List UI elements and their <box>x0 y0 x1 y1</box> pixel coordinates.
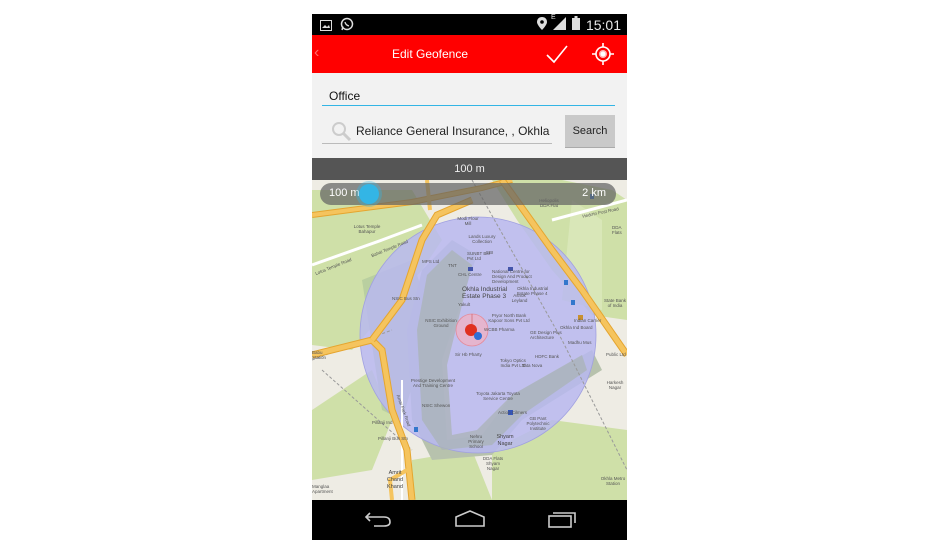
map-label: Harkesh Nagar <box>606 380 624 390</box>
map-label: Pillanji Bus Stn <box>378 436 409 441</box>
map-label: Okhla Ind Board <box>560 325 593 330</box>
map-label: Nehru Primary School <box>468 434 484 449</box>
current-position-marker <box>474 332 482 340</box>
map-view[interactable]: Lotus Temple Bahapur Bahai Temple Road L… <box>312 180 627 500</box>
map-label: Yakult <box>458 302 471 307</box>
map-label: Prestige Development And Training Centre <box>410 378 456 388</box>
recent-apps-icon <box>548 512 576 528</box>
app-bar: ‹ Edit Geofence <box>312 35 627 73</box>
poi-icon <box>414 427 418 432</box>
page-title: Edit Geofence <box>391 47 469 61</box>
check-icon <box>546 45 568 64</box>
poi-icon <box>571 300 575 305</box>
map-label: State Bank of India <box>604 298 627 308</box>
nav-back-button[interactable] <box>364 510 392 533</box>
map-label: Pillanji Ind <box>372 420 393 425</box>
slider-thumb[interactable] <box>359 184 379 204</box>
nav-home-button[interactable] <box>454 510 486 533</box>
map-label: Public Ltd <box>606 352 626 357</box>
slider-max-label: 2 km <box>582 187 606 199</box>
address-search-value: Reliance General Insurance, , Okhla Ir <box>356 124 550 138</box>
clock: 15:01 <box>585 16 621 33</box>
map-label: Madhu Mus <box>568 340 592 345</box>
poi-icon <box>468 267 473 271</box>
map-label: WCBB Pharma <box>484 327 515 332</box>
map-label: DDA Flats Shyam Nagar <box>482 456 504 471</box>
map-label: SUNBT Bkr Pvt Ltd <box>467 251 491 261</box>
map-label: HDFC Bank <box>535 354 560 359</box>
map-label: Okhla Metro Station <box>600 476 626 486</box>
poi-icon <box>564 280 568 285</box>
radius-label: 100 m <box>312 158 627 180</box>
my-location-icon <box>592 43 614 65</box>
nav-recents-button[interactable] <box>548 510 576 533</box>
image-icon <box>320 18 332 36</box>
save-button[interactable] <box>545 43 569 65</box>
map-label: Babu Station <box>312 350 327 360</box>
map-label: MPS Ltd <box>422 259 440 264</box>
map-label: Action Cilmers <box>498 410 528 415</box>
geofence-name-input[interactable]: Office <box>322 86 615 106</box>
address-search-input[interactable]: Reliance General Insurance, , Okhla Ir <box>322 118 552 144</box>
map-label: Modi Flour Mill <box>457 216 479 226</box>
map-label: Shyam Nagar <box>496 434 514 447</box>
location-icon <box>536 16 547 33</box>
map-label: TNT <box>448 263 457 268</box>
map-label: Ashok Leyland <box>511 293 528 303</box>
my-location-button[interactable] <box>592 43 614 65</box>
back-icon <box>364 512 391 527</box>
navigation-bar <box>312 500 627 540</box>
whatsapp-icon <box>340 17 354 36</box>
map-label: Amrit Chand Khand <box>386 470 404 490</box>
search-button[interactable]: Search <box>565 115 615 148</box>
signal-icon: E <box>550 14 566 33</box>
map-label: NSIC Exhibition Ground <box>425 318 457 328</box>
map-label: National Centre for Design And Product D… <box>492 269 532 284</box>
geofence-form: Office Reliance General Insurance, , Okh… <box>312 73 627 158</box>
slider-min-label: 100 m <box>329 187 360 199</box>
network-type: E <box>550 14 556 21</box>
map-label: Manglaa Apartment <box>312 484 333 494</box>
map-label: Sir Hb Pharty <box>455 352 482 357</box>
map-label: DDA Flats <box>612 225 622 235</box>
map-label: NSIC Bus Stn <box>392 296 420 301</box>
map-label: Lotus Temple Bahapur <box>353 224 381 234</box>
status-bar: E 15:01 <box>312 14 627 35</box>
map-label: Toyota Jakarta Toyota Service Centre <box>476 391 520 401</box>
map-label: GE Design Plus Architecture <box>530 330 562 340</box>
home-icon <box>455 510 485 527</box>
map-label: Lands Luxury Collection <box>468 234 496 244</box>
search-icon <box>330 120 352 147</box>
map-label: Indian Carrier <box>574 318 602 323</box>
battery-icon <box>571 16 580 33</box>
phone-screen: E 15:01 ‹ Edit Geofence Office Reliance … <box>312 14 627 540</box>
map-label: Tata Nova <box>522 363 543 368</box>
map-label: CHL Centre <box>458 272 482 277</box>
map-label: NSIC Shewon <box>422 403 451 408</box>
map-label: Pryor North Bank Kapoor Sons Pvt Ltd <box>488 313 530 323</box>
radius-slider[interactable]: 100 m 2 km <box>320 183 616 205</box>
map-label: GB Pant Polytechnic Institute <box>526 416 550 431</box>
